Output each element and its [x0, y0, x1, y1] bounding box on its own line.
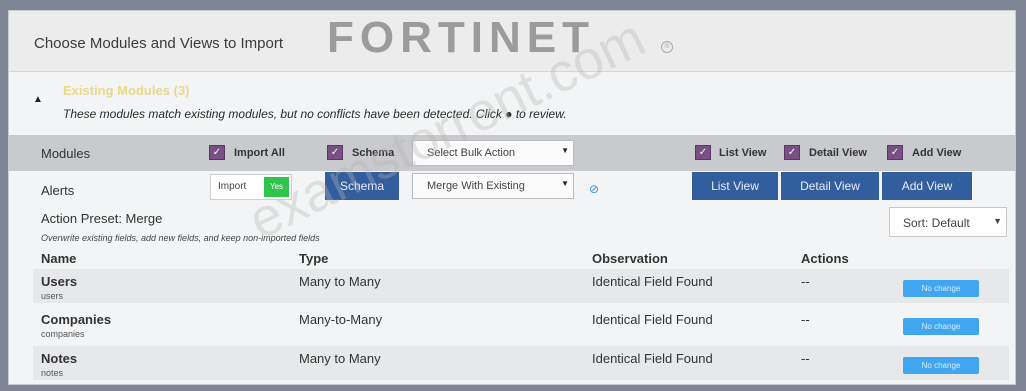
column-header-observation: Observation — [592, 251, 668, 266]
column-header-name: Name — [41, 251, 77, 266]
schema-button[interactable]: Schema — [325, 172, 399, 200]
chevron-down-icon: ▼ — [993, 216, 1002, 226]
existing-modules-title[interactable]: Existing Modules (3) — [63, 83, 189, 98]
no-change-button[interactable]: No change — [903, 318, 979, 335]
import-all-checkbox[interactable]: ✓ — [209, 145, 225, 160]
existing-desc-text: These modules match existing modules, bu… — [63, 107, 502, 121]
schema-checkbox[interactable]: ✓ — [327, 145, 343, 160]
add-view-button[interactable]: Add View — [882, 172, 972, 200]
merge-select-value: Merge With Existing — [427, 180, 525, 192]
row-actions: -- — [801, 312, 810, 327]
table-row: Users users Many to Many Identical Field… — [33, 269, 1009, 303]
row-subname: companies — [41, 329, 85, 339]
row-name: Companies — [41, 312, 112, 327]
schema-label: Schema — [352, 147, 395, 159]
list-view-checkbox[interactable]: ✓ — [695, 145, 711, 160]
row-type: Many to Many — [299, 274, 381, 289]
table-row: Notes notes Many to Many Identical Field… — [33, 346, 1009, 380]
list-view-button[interactable]: List View — [692, 172, 778, 200]
row-type: Many-to-Many — [299, 312, 383, 327]
row-observation: Identical Field Found — [592, 351, 713, 366]
no-change-button[interactable]: No change — [903, 357, 979, 374]
dialog-header: Choose Modules and Views to Import FORTI… — [9, 11, 1015, 72]
column-header-actions: Actions — [801, 251, 849, 266]
row-observation: Identical Field Found — [592, 312, 713, 327]
bulk-action-value: Select Bulk Action — [427, 147, 516, 159]
row-subname: notes — [41, 368, 64, 378]
row-actions: -- — [801, 274, 810, 289]
row-name: Users — [41, 274, 78, 289]
import-dialog: Choose Modules and Views to Import FORTI… — [8, 10, 1016, 385]
row-actions: -- — [801, 351, 810, 366]
add-view-checkbox[interactable]: ✓ — [887, 145, 903, 160]
existing-modules-description: These modules match existing modules, bu… — [63, 107, 567, 121]
modules-bar: Modules ✓ Import All ✓ Schema Select Bul… — [9, 135, 1015, 171]
help-icon[interactable]: ⊘ — [589, 182, 599, 196]
chevron-down-icon: ▼ — [561, 179, 569, 188]
collapse-caret-icon[interactable]: ▲ — [33, 94, 43, 105]
import-toggle-state: Yes — [264, 177, 289, 197]
existing-desc-suffix: to review. — [515, 107, 567, 121]
alerts-label: Alerts — [41, 183, 75, 198]
registered-mark: ® — [661, 41, 673, 53]
eye-icon[interactable]: ● — [505, 107, 512, 121]
add-view-label: Add View — [912, 147, 962, 159]
modules-label: Modules — [41, 146, 91, 161]
import-toggle-label: Import — [218, 181, 247, 192]
bulk-action-select[interactable]: Select Bulk Action ▼ — [412, 140, 574, 166]
column-header-type: Type — [299, 251, 329, 266]
table-row: Companies companies Many-to-Many Identic… — [33, 308, 1009, 342]
fortinet-logo: FORTINET — [327, 13, 595, 62]
merge-select[interactable]: Merge With Existing ▼ — [412, 173, 574, 199]
detail-view-button[interactable]: Detail View — [781, 172, 879, 200]
no-change-button[interactable]: No change — [903, 280, 979, 297]
sort-select[interactable]: Sort: Default ▼ — [889, 207, 1007, 237]
import-all-label: Import All — [234, 147, 285, 159]
row-type: Many to Many — [299, 351, 381, 366]
import-toggle[interactable]: Import Yes — [210, 174, 292, 200]
list-view-label: List View — [719, 147, 767, 159]
dialog-title: Choose Modules and Views to Import — [34, 35, 284, 52]
sort-value: Sort: Default — [903, 216, 970, 230]
row-name: Notes — [41, 351, 78, 366]
detail-view-label: Detail View — [809, 147, 867, 159]
action-preset-description: Overwrite existing fields, add new field… — [41, 233, 320, 243]
chevron-down-icon: ▼ — [561, 146, 569, 155]
action-preset-title: Action Preset: Merge — [41, 211, 163, 226]
detail-view-checkbox[interactable]: ✓ — [784, 145, 800, 160]
row-observation: Identical Field Found — [592, 274, 713, 289]
row-subname: users — [41, 291, 64, 301]
